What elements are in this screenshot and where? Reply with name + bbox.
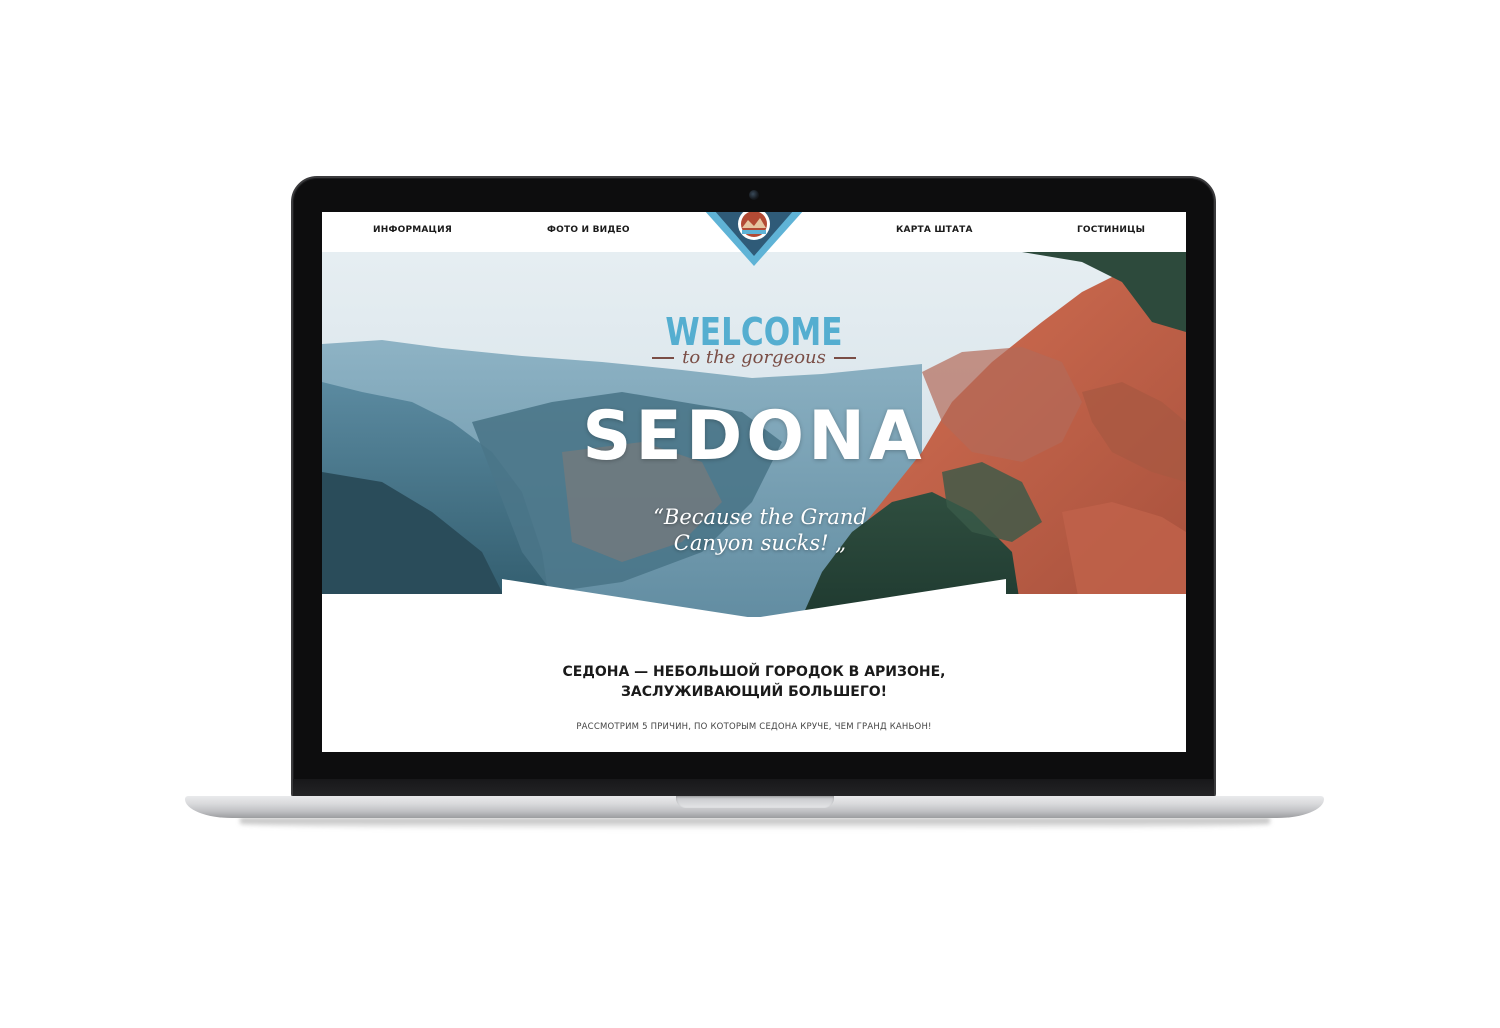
subline-text: to the gorgeous [682,347,826,368]
laptop-mockup: WELCOME to the gorgeous SEDONA “Because … [0,0,1500,1028]
nav-item-info[interactable]: Информация [373,225,452,235]
website-screen: WELCOME to the gorgeous SEDONA “Because … [322,212,1186,752]
subline-dash-left [652,357,675,359]
city-of-sedona-logo[interactable] [704,212,804,266]
tagline-line-1: “Because the Grand [653,505,867,529]
tagline-line-2: Canyon sucks! „ [673,531,847,555]
laptop-notch [676,796,834,808]
intro-subtitle: Рассмотрим 5 причин, по которым Седона к… [576,722,932,732]
laptop-base-shadow [240,818,1270,830]
hero-tagline: “Because the Grand Canyon sucks! „ [630,504,890,556]
nav-item-hotels[interactable]: Гостиницы [1077,225,1145,235]
nav-item-photo-video[interactable]: Фото и видео [547,225,630,235]
intro-heading-line-2: заслуживающий большего! [620,684,888,700]
hero-title: SEDONA [582,397,926,476]
nav-item-state-map[interactable]: Карта штата [896,225,973,235]
hero-section: WELCOME to the gorgeous SEDONA “Because … [322,252,1186,617]
intro-heading: Седона — небольшой городок в Аризоне, за… [322,662,1186,702]
welcome-subline: to the gorgeous [322,347,1186,368]
camera-icon [749,190,759,200]
subline-dash-right [833,357,856,359]
intro-heading-line-1: Седона — небольшой городок в Аризоне, [562,664,946,680]
